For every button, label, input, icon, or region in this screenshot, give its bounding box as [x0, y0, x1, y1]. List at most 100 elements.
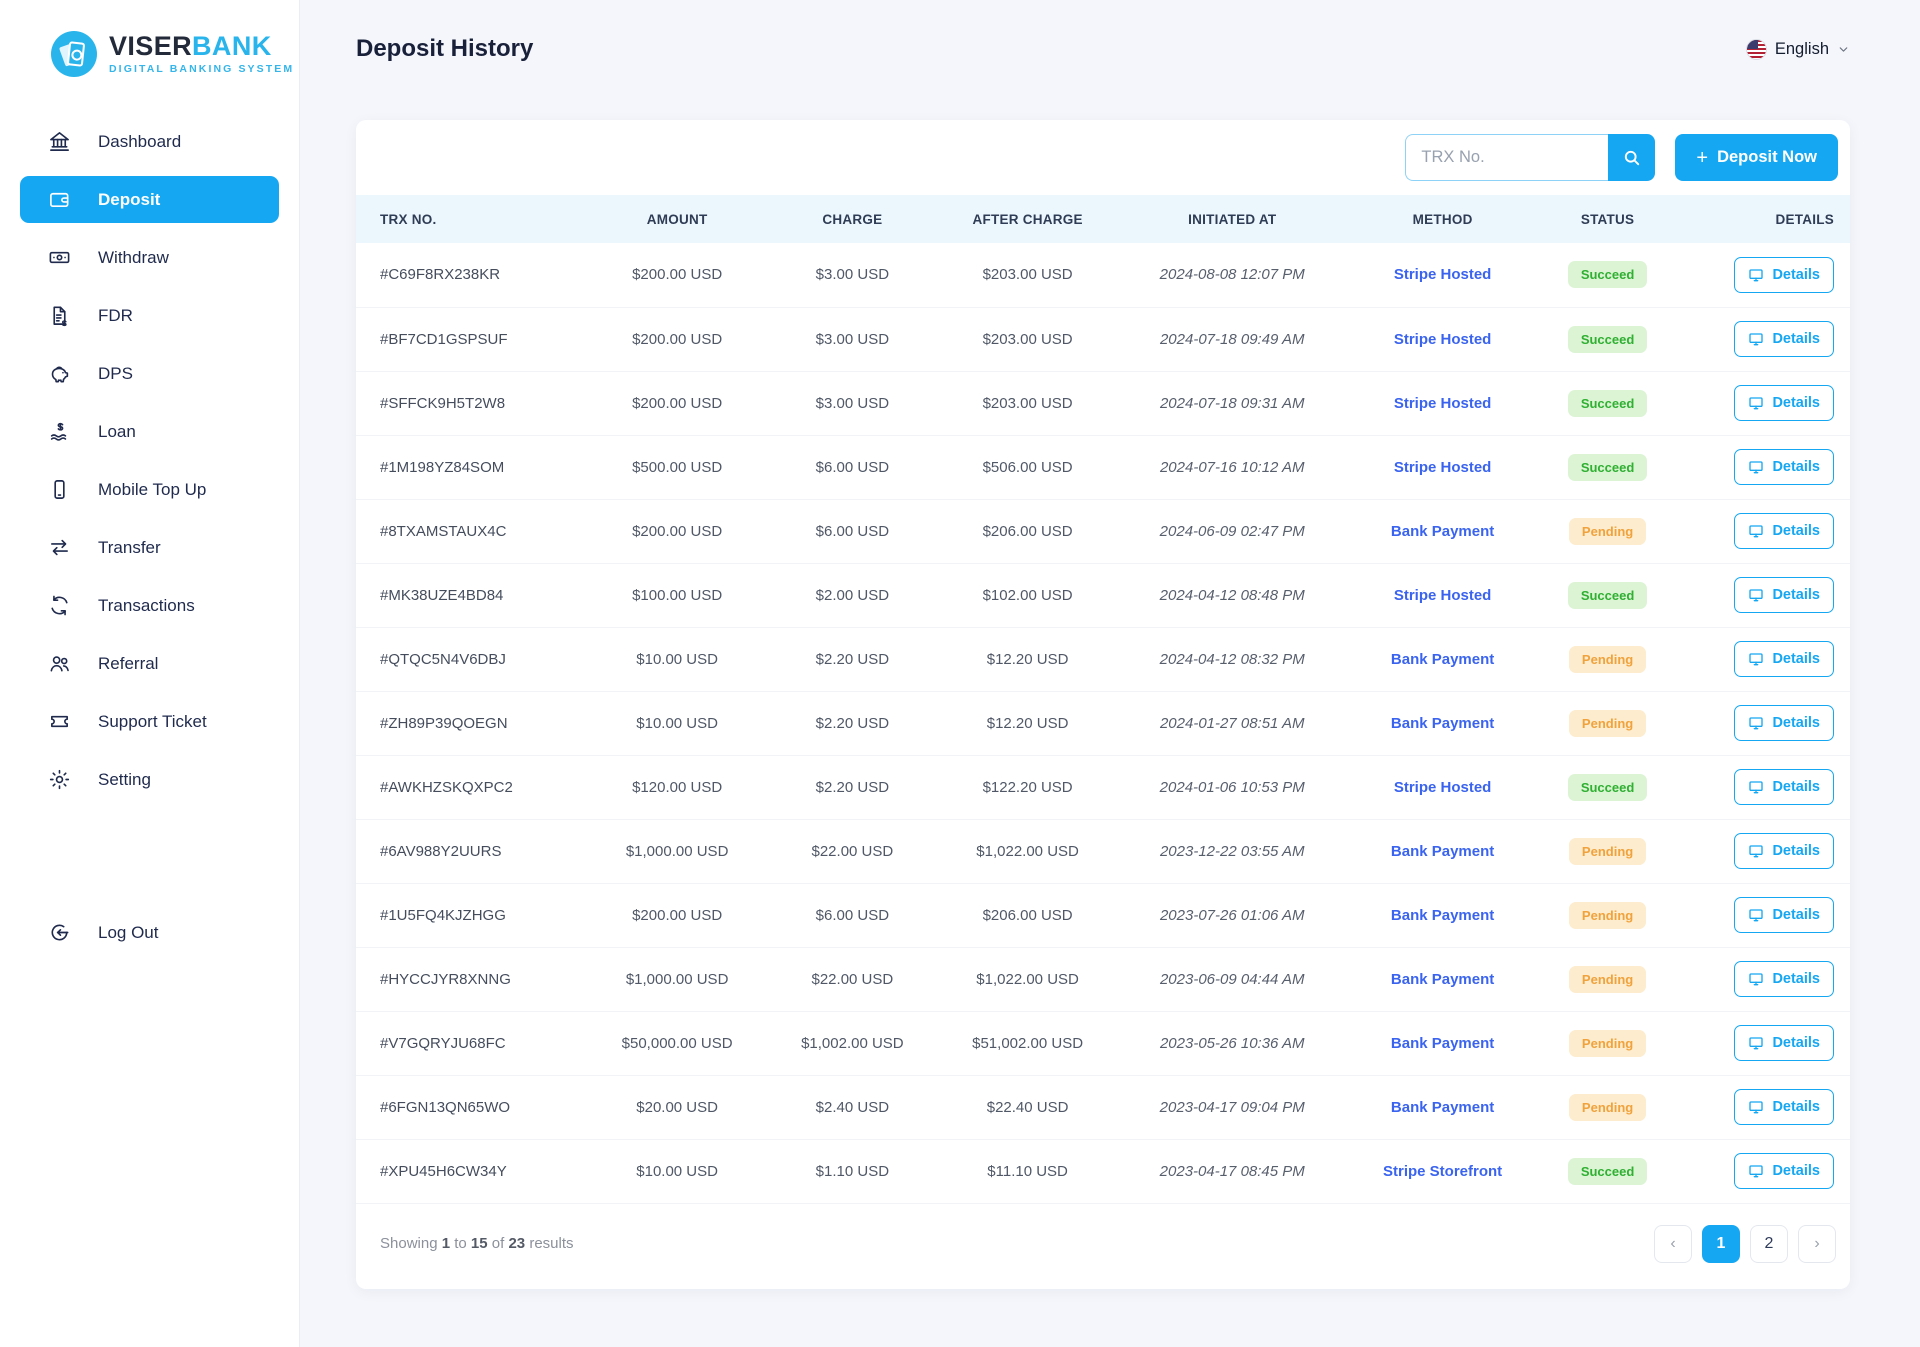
- details-button[interactable]: Details: [1734, 1025, 1834, 1061]
- method-link[interactable]: Stripe Hosted: [1394, 459, 1492, 476]
- status-badge: Pending: [1569, 1030, 1646, 1057]
- method-link[interactable]: Bank Payment: [1391, 971, 1494, 988]
- charge: $1.10 USD: [768, 1139, 937, 1203]
- method-link[interactable]: Bank Payment: [1391, 843, 1494, 860]
- after-charge: $203.00 USD: [937, 371, 1118, 435]
- sidebar-item-fdr[interactable]: FDR: [20, 292, 279, 339]
- sidebar-item-support-ticket[interactable]: Support Ticket: [20, 698, 279, 745]
- details-button[interactable]: Details: [1734, 1089, 1834, 1125]
- table-row: #8TXAMSTAUX4C$200.00 USD$6.00 USD$206.00…: [356, 499, 1850, 563]
- after-charge: $122.20 USD: [937, 755, 1118, 819]
- sidebar-item-label: Transactions: [98, 596, 195, 616]
- details-button[interactable]: Details: [1734, 961, 1834, 997]
- sidebar-item-mobile-top-up[interactable]: Mobile Top Up: [20, 466, 279, 513]
- method-link[interactable]: Stripe Hosted: [1394, 331, 1492, 348]
- column-header-charge: CHARGE: [768, 195, 937, 243]
- search-input[interactable]: [1405, 134, 1608, 181]
- details-button[interactable]: Details: [1734, 769, 1834, 805]
- bank-icon: [48, 130, 71, 153]
- initiated-at: 2024-01-06 10:53 PM: [1118, 755, 1346, 819]
- after-charge: $12.20 USD: [937, 627, 1118, 691]
- column-header-after-charge: AFTER CHARGE: [937, 195, 1118, 243]
- sidebar-item-label: Deposit: [98, 190, 160, 210]
- trx-no: #1M198YZ84SOM: [356, 435, 587, 499]
- table-row: #AWKHZSKQXPC2$120.00 USD$2.20 USD$122.20…: [356, 755, 1850, 819]
- sidebar-item-deposit[interactable]: Deposit: [20, 176, 279, 223]
- after-charge: $1,022.00 USD: [937, 947, 1118, 1011]
- method-link[interactable]: Bank Payment: [1391, 651, 1494, 668]
- monitor-icon: [1748, 395, 1764, 411]
- method-link[interactable]: Bank Payment: [1391, 1035, 1494, 1052]
- table-row: #BF7CD1GSPSUF$200.00 USD$3.00 USD$203.00…: [356, 307, 1850, 371]
- initiated-at: 2023-04-17 09:04 PM: [1118, 1075, 1346, 1139]
- monitor-icon: [1748, 1035, 1764, 1051]
- details-button[interactable]: Details: [1734, 641, 1834, 677]
- details-button[interactable]: Details: [1734, 897, 1834, 933]
- amount: $200.00 USD: [587, 883, 768, 947]
- details-button[interactable]: Details: [1734, 449, 1834, 485]
- charge: $2.40 USD: [768, 1075, 937, 1139]
- pagination-page-1[interactable]: 1: [1702, 1225, 1740, 1263]
- sidebar-menu: Dashboard Deposit Withdraw FDR DPS Loan Mobile…: [20, 118, 279, 803]
- details-button[interactable]: Details: [1734, 513, 1834, 549]
- table-row: #QTQC5N4V6DBJ$10.00 USD$2.20 USD$12.20 U…: [356, 627, 1850, 691]
- monitor-icon: [1748, 971, 1764, 987]
- trx-no: #BF7CD1GSPSUF: [356, 307, 587, 371]
- pagination-next-button[interactable]: ›: [1798, 1225, 1836, 1263]
- charge: $2.20 USD: [768, 755, 937, 819]
- sidebar-item-transfer[interactable]: Transfer: [20, 524, 279, 571]
- wallet-icon: [48, 188, 71, 211]
- details-button[interactable]: Details: [1734, 833, 1834, 869]
- table-row: #XPU45H6CW34Y$10.00 USD$1.10 USD$11.10 U…: [356, 1139, 1850, 1203]
- amount: $100.00 USD: [587, 563, 768, 627]
- search-button[interactable]: [1608, 134, 1655, 181]
- details-button[interactable]: Details: [1734, 577, 1834, 613]
- charge: $2.20 USD: [768, 691, 937, 755]
- sidebar-item-dps[interactable]: DPS: [20, 350, 279, 397]
- details-button[interactable]: Details: [1734, 257, 1834, 293]
- pagination-page-2[interactable]: 2: [1750, 1225, 1788, 1263]
- sidebar-item-log-out[interactable]: Log Out: [20, 909, 279, 956]
- method-link[interactable]: Stripe Hosted: [1394, 266, 1492, 283]
- status-badge: Succeed: [1568, 261, 1647, 288]
- status-badge: Pending: [1569, 966, 1646, 993]
- sidebar-item-dashboard[interactable]: Dashboard: [20, 118, 279, 165]
- after-charge: $102.00 USD: [937, 563, 1118, 627]
- refresh-icon: [48, 594, 71, 617]
- details-button[interactable]: Details: [1734, 705, 1834, 741]
- pagination-prev-button[interactable]: ‹: [1654, 1225, 1692, 1263]
- after-charge: $206.00 USD: [937, 499, 1118, 563]
- monitor-icon: [1748, 651, 1764, 667]
- details-button[interactable]: Details: [1734, 321, 1834, 357]
- monitor-icon: [1748, 1099, 1764, 1115]
- method-link[interactable]: Bank Payment: [1391, 523, 1494, 540]
- method-link[interactable]: Stripe Hosted: [1394, 587, 1492, 604]
- details-button[interactable]: Details: [1734, 385, 1834, 421]
- details-button[interactable]: Details: [1734, 1153, 1834, 1189]
- table-row: #SFFCK9H5T2W8$200.00 USD$3.00 USD$203.00…: [356, 371, 1850, 435]
- gear-icon: [48, 768, 71, 791]
- method-link[interactable]: Stripe Hosted: [1394, 395, 1492, 412]
- sidebar-item-withdraw[interactable]: Withdraw: [20, 234, 279, 281]
- sidebar-item-loan[interactable]: Loan: [20, 408, 279, 455]
- language-selector[interactable]: English: [1746, 39, 1850, 60]
- column-header-trx-no: TRX NO.: [356, 195, 587, 243]
- method-link[interactable]: Stripe Storefront: [1383, 1163, 1502, 1180]
- sidebar-item-setting[interactable]: Setting: [20, 756, 279, 803]
- sidebar-logout-wrap: Log Out: [20, 843, 279, 956]
- card-toolbar: + Deposit Now: [356, 134, 1850, 195]
- sidebar: VISERBANK DIGITAL BANKING SYSTEM Dashboa…: [0, 0, 300, 1347]
- sidebar-item-label: Log Out: [98, 923, 159, 943]
- table-row: #6AV988Y2UURS$1,000.00 USD$22.00 USD$1,0…: [356, 819, 1850, 883]
- monitor-icon: [1748, 459, 1764, 475]
- deposit-now-button[interactable]: + Deposit Now: [1675, 134, 1838, 181]
- method-link[interactable]: Stripe Hosted: [1394, 779, 1492, 796]
- method-link[interactable]: Bank Payment: [1391, 715, 1494, 732]
- method-link[interactable]: Bank Payment: [1391, 1099, 1494, 1116]
- deposit-history-card: + Deposit Now TRX NO.AMOUNTCHARGEAFTER C…: [356, 120, 1850, 1289]
- sidebar-item-transactions[interactable]: Transactions: [20, 582, 279, 629]
- table-row: #ZH89P39QOEGN$10.00 USD$2.20 USD$12.20 U…: [356, 691, 1850, 755]
- sidebar-item-referral[interactable]: Referral: [20, 640, 279, 687]
- method-link[interactable]: Bank Payment: [1391, 907, 1494, 924]
- sidebar-item-label: Mobile Top Up: [98, 480, 206, 500]
